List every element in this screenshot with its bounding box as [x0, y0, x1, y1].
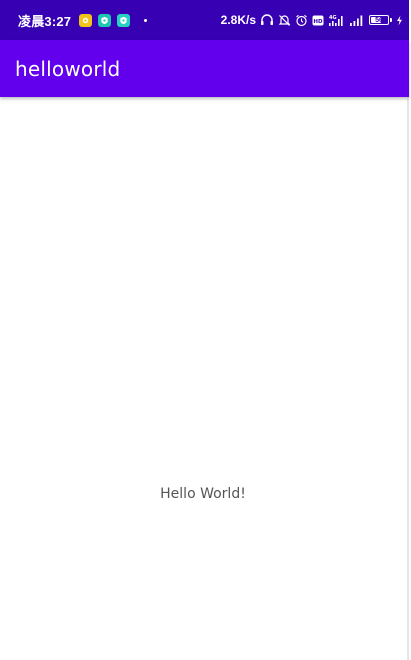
app-teal-icon [117, 13, 131, 27]
battery-tip [390, 18, 392, 22]
bell-off-icon [278, 14, 291, 27]
4g-signal-icon: 4G [328, 14, 345, 27]
status-left: 凌晨3:27 [18, 11, 148, 30]
hd-icon: HD [312, 15, 324, 26]
status-bar: 凌晨3:27 2.8K/s HD 4G 56 [0, 0, 409, 40]
more-notifications-icon [144, 18, 148, 22]
main-content: Hello World! [0, 97, 409, 660]
app-title: helloworld [15, 56, 121, 81]
app-screen: 凌晨3:27 2.8K/s HD 4G 56 helloworld Hello … [0, 0, 409, 660]
hello-world-text: Hello World! [160, 486, 246, 502]
battery-icon: 56 [369, 15, 392, 25]
app-teal-icon [98, 13, 112, 27]
battery-body: 56 [369, 15, 389, 25]
signal-icon [349, 14, 365, 26]
svg-text:HD: HD [313, 18, 323, 24]
app-yellow-icon [79, 13, 93, 27]
charging-icon [396, 15, 403, 26]
alarm-icon [295, 14, 308, 27]
status-right: 2.8K/s HD 4G 56 [221, 13, 403, 27]
app-bar: helloworld [0, 40, 409, 97]
headset-icon [260, 14, 274, 26]
battery-level: 56 [375, 16, 383, 24]
status-time: 凌晨3:27 [18, 13, 72, 29]
svg-text:4G: 4G [329, 15, 337, 21]
network-speed: 2.8K/s [220, 13, 256, 27]
